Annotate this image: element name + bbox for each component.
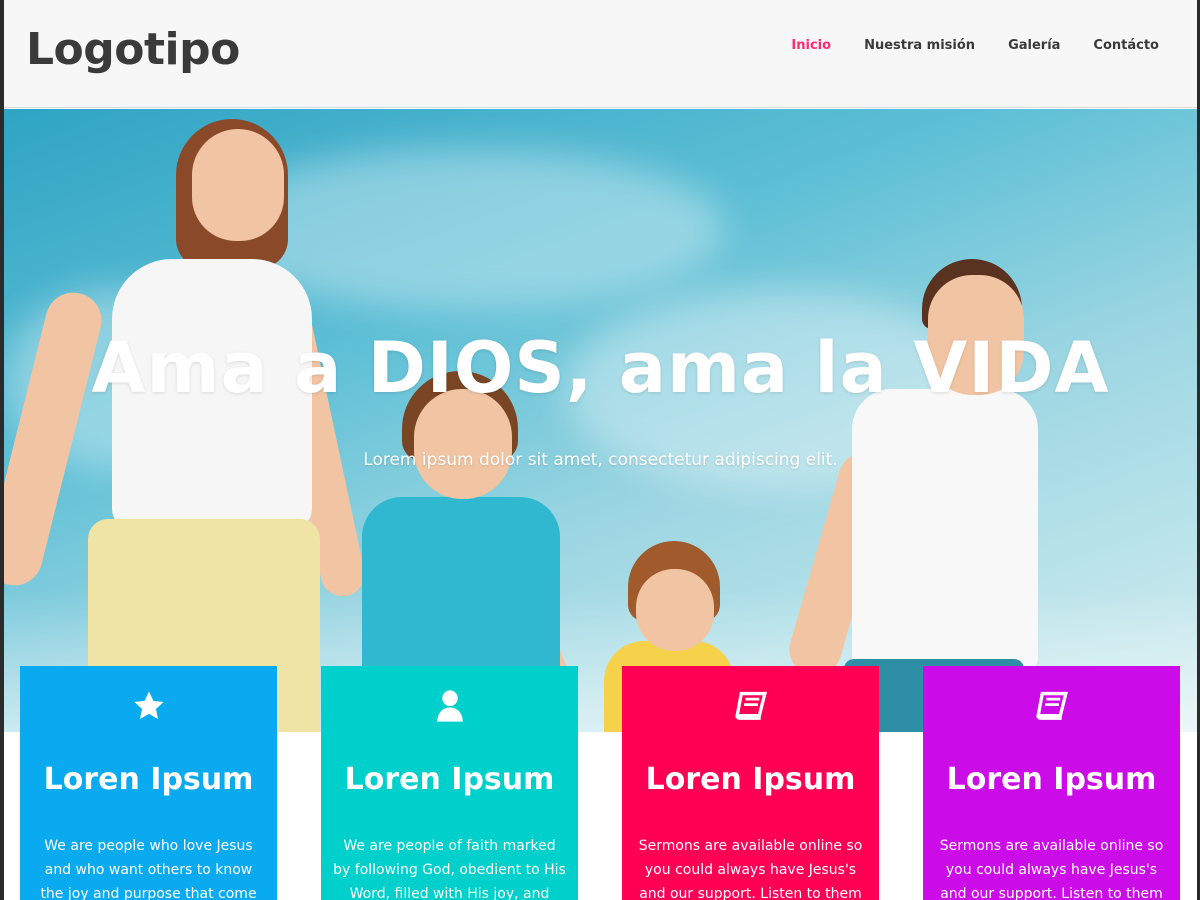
book-icon: [923, 686, 1180, 726]
nav-item-galeria[interactable]: Galería: [1008, 38, 1060, 53]
hero-banner: Ama a DIOS, ama la VIDA Lorem ipsum dolo…: [4, 109, 1197, 732]
card-text: Sermons are available online so you coul…: [939, 838, 1164, 900]
feature-card[interactable]: Loren Ipsum We are people who love Jesus…: [20, 666, 277, 900]
woman-head: [192, 129, 284, 241]
logo[interactable]: Logotipo: [26, 24, 240, 75]
site-header: Logotipo Inicio Nuestra misión Galería C…: [4, 0, 1197, 108]
kid-head: [636, 569, 714, 651]
window-frame-left: [0, 0, 4, 900]
main-nav: Inicio Nuestra misión Galería Contácto: [791, 38, 1159, 53]
card-text: We are people of faith marked by followi…: [333, 838, 566, 900]
nav-item-nuestra-mision[interactable]: Nuestra misión: [864, 38, 975, 53]
hero-subtitle: Lorem ipsum dolor sit amet, consectetur …: [363, 450, 838, 470]
card-title: Loren Ipsum: [645, 762, 856, 797]
card-text: Sermons are available online so you coul…: [638, 838, 863, 900]
nav-item-inicio[interactable]: Inicio: [791, 38, 831, 53]
page: Logotipo Inicio Nuestra misión Galería C…: [0, 0, 1200, 900]
book-icon: [622, 686, 879, 726]
card-text: We are people who love Jesus and who wan…: [40, 838, 257, 900]
card-title: Loren Ipsum: [946, 762, 1157, 797]
hero-title: Ama a DIOS, ama la VIDA: [91, 327, 1110, 409]
card-title: Loren Ipsum: [43, 762, 254, 797]
star-icon: [20, 686, 277, 726]
feature-card[interactable]: Loren Ipsum Sermons are available online…: [622, 666, 879, 900]
user-icon: [321, 686, 578, 726]
feature-card[interactable]: Loren Ipsum We are people of faith marke…: [321, 666, 578, 900]
man-shirt: [852, 389, 1038, 669]
card-title: Loren Ipsum: [344, 762, 555, 797]
nav-item-contacto[interactable]: Contácto: [1093, 38, 1159, 53]
feature-card[interactable]: Loren Ipsum Sermons are available online…: [923, 666, 1180, 900]
